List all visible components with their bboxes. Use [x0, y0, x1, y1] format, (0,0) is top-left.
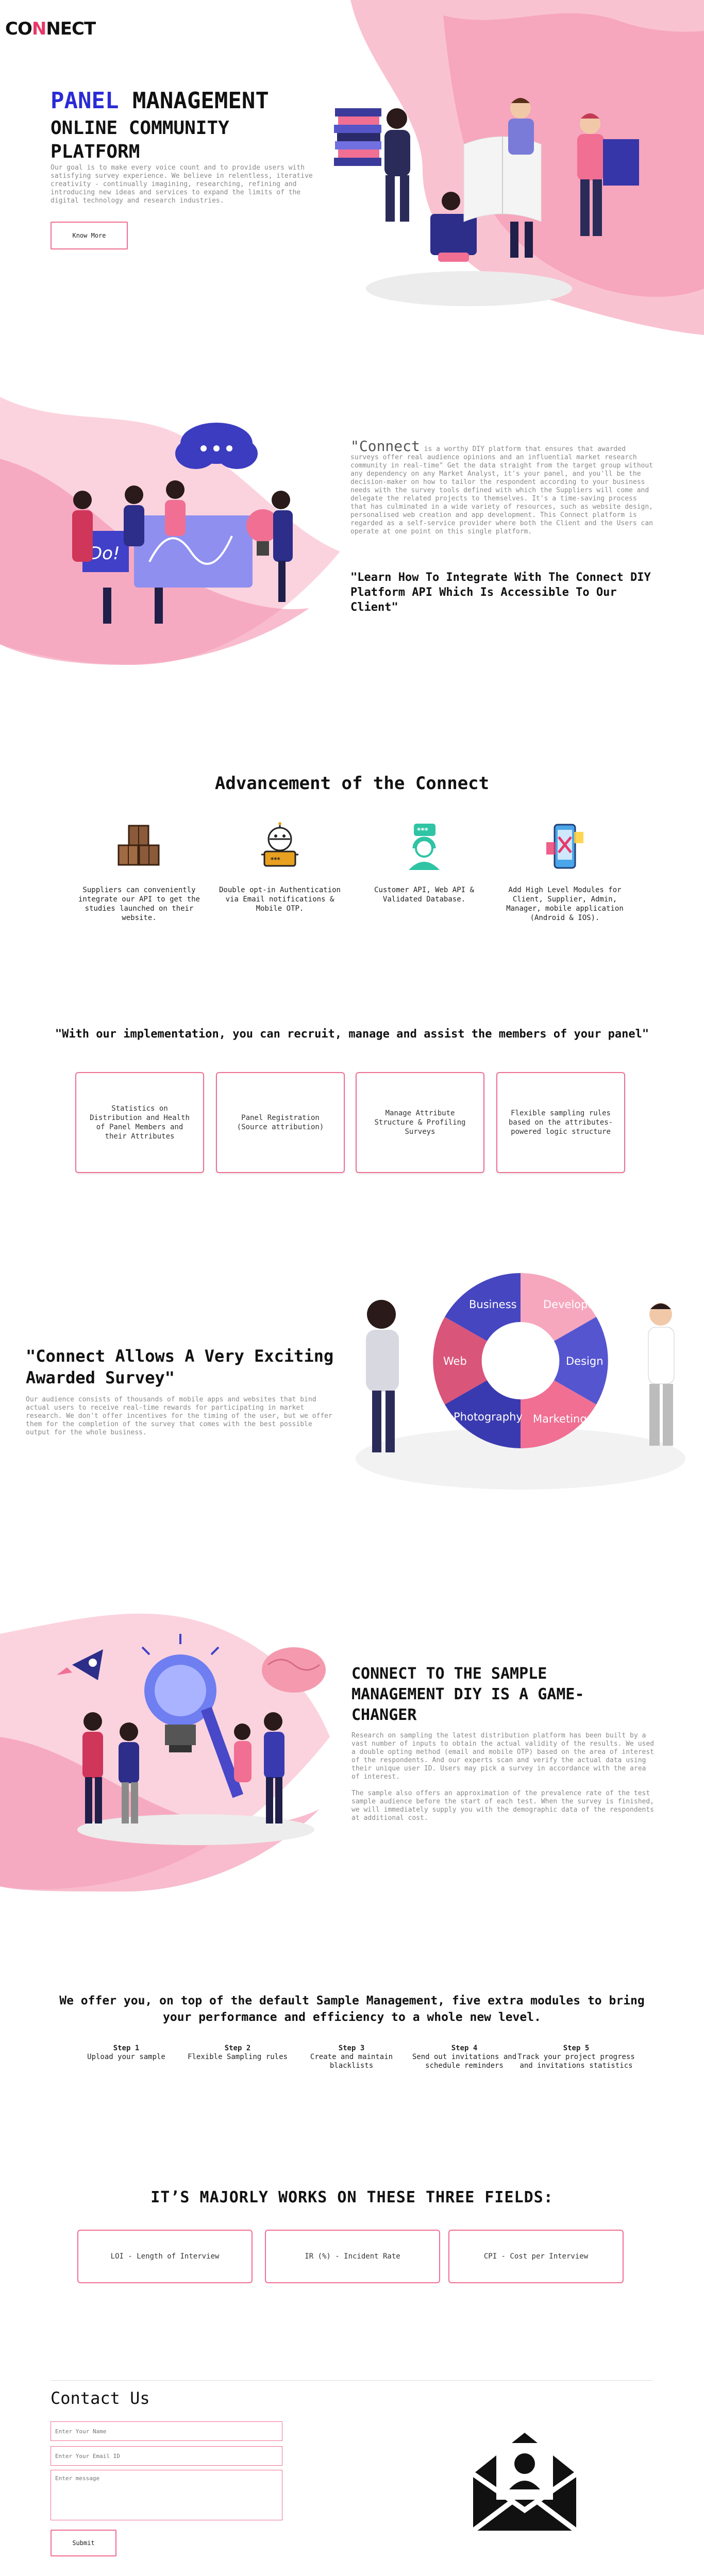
- step-4-label: Step 4: [451, 2044, 478, 2052]
- logo-text-mark: N: [31, 19, 46, 39]
- about-quote-word: "Connect: [350, 438, 420, 455]
- robot-otp-icon: ***: [261, 822, 298, 867]
- hero-description: Our goal is to make every voice count an…: [51, 164, 313, 205]
- contact-envelope-icon: [472, 2433, 578, 2533]
- step-5: Step 5 Track your project progress and in…: [517, 2044, 635, 2070]
- advancement-item-modules: Add High Level Modules for Client, Suppl…: [506, 886, 624, 922]
- support-agent-icon: ***: [409, 824, 440, 870]
- feature-card-attributes: Manage Attribute Structure & Profiling S…: [356, 1072, 484, 1173]
- survey-description: Our audience consists of thousands of mo…: [26, 1396, 332, 1436]
- game-changer-paragraph-2: The sample also offers an approximation …: [351, 1789, 654, 1822]
- field-card-loi: LOI - Length of Interview: [77, 2230, 253, 2283]
- advancement-item-api: Suppliers can conveniently integrate our…: [78, 886, 200, 922]
- boxes-icon: [118, 825, 160, 866]
- mobile-app-icon: [546, 824, 583, 869]
- field-card-cpi: CPI - Cost per Interview: [448, 2230, 624, 2283]
- hero-title: PANEL MANAGEMENT: [51, 88, 269, 114]
- step-1-label: Step 1: [113, 2044, 140, 2052]
- puzzle-label-photography: Photography: [454, 1411, 523, 1423]
- step-5-label: Step 5: [563, 2044, 590, 2052]
- puzzle-label-business: Business: [469, 1298, 517, 1311]
- step-3: Step 3 Create and maintain blacklists: [292, 2044, 411, 2070]
- step-2-label: Step 2: [224, 2044, 251, 2052]
- hero-title-rest: MANAGEMENT: [119, 88, 269, 114]
- implementation-title: "With our implementation, you can recrui…: [55, 1028, 649, 1041]
- step-2: Step 2 Flexible Sampling rules: [178, 2044, 297, 2062]
- field-card-ir: IR (%) - Incident Rate: [265, 2230, 440, 2283]
- step-1-text: Upload your sample: [87, 2053, 165, 2061]
- step-2-text: Flexible Sampling rules: [188, 2053, 288, 2061]
- step-5-text: Track your project progress and invitati…: [517, 2053, 635, 2070]
- feature-card-statistics: Statistics on Distribution and Health of…: [75, 1072, 204, 1173]
- survey-title: "Connect Allows A Very Exciting Awarded …: [26, 1346, 334, 1387]
- message-textarea[interactable]: [51, 2470, 282, 2520]
- hero-subtitle: ONLINE COMMUNITY PLATFORM: [51, 118, 229, 162]
- advancement-item-authentication: Double opt-in Authentication via Email n…: [219, 886, 341, 913]
- svg-text:***: ***: [417, 827, 429, 835]
- puzzle-label-marketing: Marketing: [533, 1413, 587, 1425]
- brand-logo[interactable]: CONNECT: [5, 19, 96, 39]
- feature-card-registration: Panel Registration (Source attribution): [216, 1072, 345, 1173]
- fields-title: IT’S MAJORLY WORKS ON THESE THREE FIELDS…: [150, 2188, 554, 2206]
- email-input[interactable]: [51, 2446, 282, 2466]
- game-changer-illustration: [0, 1613, 330, 1892]
- contact-title: Contact Us: [51, 2388, 150, 2408]
- game-changer-description: Research on sampling the latest distribu…: [351, 1732, 656, 1822]
- puzzle-label-developer: Developer: [543, 1298, 599, 1311]
- advancement-item-customer-api: Customer API, Web API & Validated Databa…: [374, 886, 474, 904]
- puzzle-ring-illustration: Business Developer Design Marketing Phot…: [356, 1273, 685, 1490]
- step-1: Step 1 Upload your sample: [67, 2044, 186, 2062]
- step-3-label: Step 3: [338, 2044, 365, 2052]
- step-4: Step 4 Send out invitations and schedule …: [405, 2044, 524, 2070]
- feature-card-sampling-rules: Flexible sampling rules based on the att…: [496, 1072, 625, 1173]
- svg-text:***: ***: [271, 856, 281, 863]
- contact-divider: [51, 2380, 652, 2381]
- hero-people-books-illustration: [334, 98, 639, 262]
- advancement-title: Advancement of the Connect: [214, 773, 490, 794]
- step-3-text: Create and maintain blacklists: [310, 2053, 393, 2070]
- game-changer-title: CONNECT TO THE SAMPLE MANAGEMENT DIY IS …: [351, 1665, 584, 1724]
- know-more-button[interactable]: Know More: [51, 222, 128, 249]
- submit-button[interactable]: Submit: [51, 2530, 116, 2556]
- logo-text-suffix: NECT: [46, 19, 96, 39]
- about-body-text: is a worthy DIY platform that ensures th…: [350, 445, 653, 536]
- name-input[interactable]: [51, 2421, 282, 2441]
- about-description: "Connect is a worthy DIY platform that e…: [350, 439, 655, 536]
- svg-text:Do!: Do!: [89, 543, 120, 564]
- logo-text-prefix: CO: [5, 19, 32, 39]
- offer-title: We offer you, on top of the default Samp…: [59, 1994, 645, 2024]
- game-changer-paragraph-1: Research on sampling the latest distribu…: [351, 1732, 654, 1781]
- api-integration-highlight: "Learn How To Integrate With The Connect…: [350, 571, 651, 614]
- puzzle-label-design: Design: [566, 1355, 604, 1367]
- hero-title-accent: PANEL: [51, 88, 119, 114]
- step-4-text: Send out invitations and schedule remind…: [412, 2053, 517, 2070]
- puzzle-label-web: Web: [443, 1355, 467, 1367]
- about-background-illustration: Do!: [0, 397, 340, 665]
